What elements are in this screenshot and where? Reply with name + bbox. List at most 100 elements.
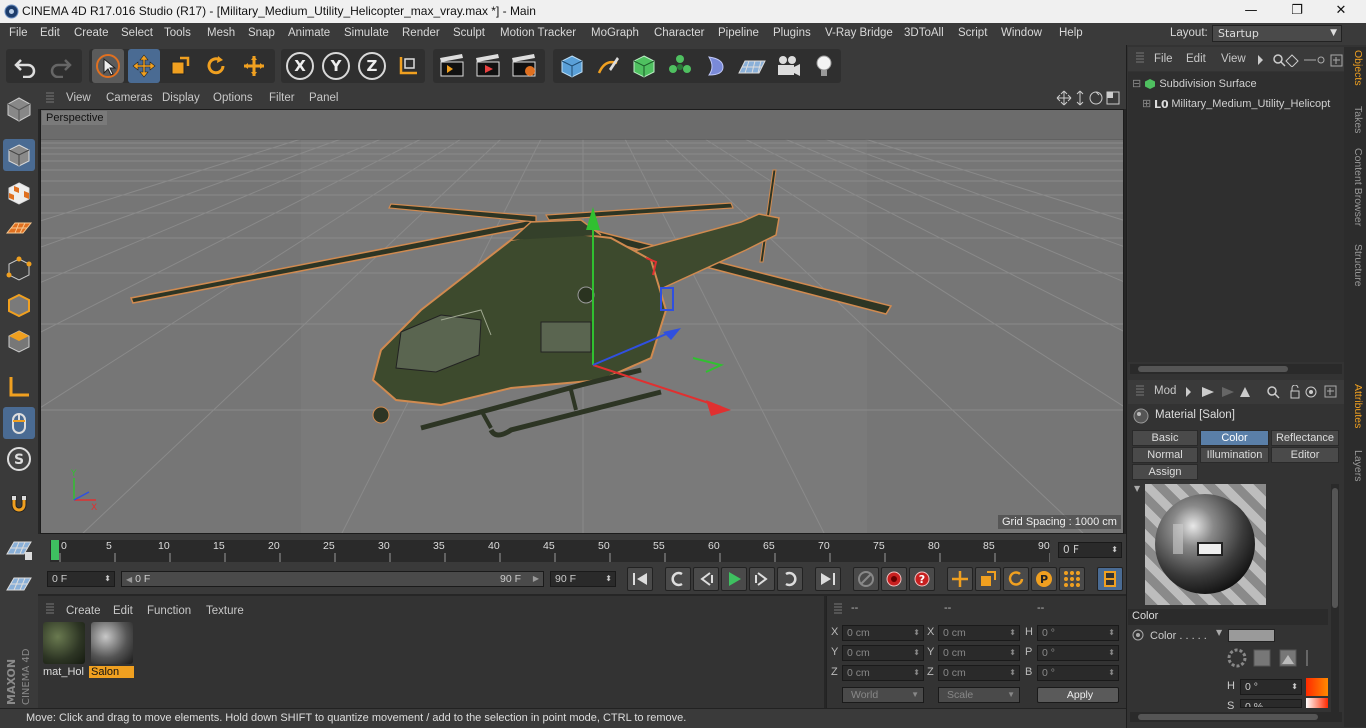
scrollbar-thumb[interactable]	[1332, 488, 1338, 608]
restore-button[interactable]: ❐	[1274, 0, 1320, 23]
key-position-button[interactable]	[947, 567, 973, 591]
material-name-selected[interactable]: Salon	[89, 666, 134, 678]
go-to-end-button[interactable]	[815, 567, 841, 591]
attributes-vscrollbar[interactable]	[1331, 484, 1339, 714]
material-menu-create[interactable]: Create	[66, 605, 101, 617]
menu-script[interactable]: Script	[958, 27, 987, 39]
material-menu-edit[interactable]: Edit	[113, 605, 133, 617]
menu-sculpt[interactable]: Sculpt	[453, 27, 485, 39]
position-x-field[interactable]: 0 cm ⬍	[842, 625, 924, 641]
object-row-subdivision-surface[interactable]: ⊟ Subdivision Surface	[1132, 77, 1257, 90]
rotation-b-field[interactable]: 0 ° ⬍	[1037, 665, 1119, 681]
floor-button[interactable]	[736, 49, 768, 83]
workplane-lock-button[interactable]	[3, 533, 35, 565]
object-manager-tool-icons[interactable]	[1256, 53, 1344, 67]
attributes-mode-menu[interactable]: Mod	[1154, 385, 1176, 397]
side-tab-attributes[interactable]: Attributes	[1346, 384, 1364, 428]
coord-mode-select[interactable]: World ▼	[842, 687, 924, 703]
size-y-field[interactable]: 0 cm ⬍	[938, 645, 1020, 661]
material-menu-function[interactable]: Function	[147, 605, 191, 617]
menu-simulate[interactable]: Simulate	[344, 27, 389, 39]
menu-select[interactable]: Select	[121, 27, 153, 39]
recent-tool-button[interactable]	[238, 49, 270, 83]
key-parameter-button[interactable]: P	[1031, 567, 1057, 591]
minimize-button[interactable]: —	[1228, 0, 1274, 23]
solo-button[interactable]: S	[3, 443, 35, 475]
rotation-h-field[interactable]: 0 ° ⬍	[1037, 625, 1119, 641]
array-button[interactable]	[664, 49, 696, 83]
camera-button[interactable]	[772, 49, 804, 83]
viewport-menu-filter[interactable]: Filter	[269, 92, 295, 104]
viewport-scene[interactable]: Y X	[41, 110, 1124, 534]
saturation-gradient-swatch[interactable]	[1306, 698, 1328, 708]
cube-button[interactable]	[556, 49, 588, 83]
z-axis-button[interactable]: Z	[356, 49, 388, 83]
edges-mode-button[interactable]	[3, 289, 35, 321]
menu-tools[interactable]: Tools	[164, 27, 191, 39]
menu-file[interactable]: File	[9, 27, 28, 39]
menu-plugins[interactable]: Plugins	[773, 27, 811, 39]
menu-vray-bridge[interactable]: V-Ray Bridge	[825, 27, 893, 39]
tab-basic[interactable]: Basic	[1132, 430, 1198, 446]
menu-pipeline[interactable]: Pipeline	[718, 27, 759, 39]
size-z-field[interactable]: 0 cm ⬍	[938, 665, 1020, 681]
grid-button[interactable]	[3, 569, 35, 601]
size-x-field[interactable]: 0 cm ⬍	[938, 625, 1020, 641]
render-picture-viewer-button[interactable]	[472, 49, 504, 83]
size-mode-select[interactable]: Scale ▼	[938, 687, 1020, 703]
radio-circle-icon[interactable]	[1132, 629, 1144, 641]
menu-snap[interactable]: Snap	[248, 27, 275, 39]
menu-motion-tracker[interactable]: Motion Tracker	[500, 27, 576, 39]
points-mode-button[interactable]	[3, 253, 35, 285]
hue-field[interactable]: 0 ° ⬍	[1240, 679, 1302, 695]
menu-window[interactable]: Window	[1001, 27, 1042, 39]
scale-button[interactable]	[164, 49, 196, 83]
menu-mesh[interactable]: Mesh	[207, 27, 235, 39]
scrollbar-thumb[interactable]	[1138, 714, 1318, 720]
timeline-window-button[interactable]	[1097, 567, 1123, 591]
hue-gradient-swatch[interactable]	[1306, 678, 1328, 696]
snap-button[interactable]	[3, 489, 35, 521]
viewport-menu-options[interactable]: Options	[213, 92, 253, 104]
move-button[interactable]	[128, 49, 160, 83]
playhead-marker[interactable]	[51, 540, 59, 560]
x-axis-button[interactable]: X	[284, 49, 316, 83]
material-menu-texture[interactable]: Texture	[206, 605, 244, 617]
side-tab-objects[interactable]: Objects	[1346, 50, 1364, 86]
polygons-mode-button[interactable]	[3, 325, 35, 357]
object-menu-view[interactable]: View	[1221, 53, 1246, 65]
close-button[interactable]: ✕	[1318, 0, 1364, 23]
texture-mode-button[interactable]	[3, 177, 35, 209]
viewport-menu-view[interactable]: View	[66, 92, 91, 104]
material-name[interactable]: mat_Hol	[41, 666, 86, 678]
material-swatch-mat-hol[interactable]	[43, 622, 85, 664]
menu-help[interactable]: Help	[1059, 27, 1083, 39]
color-param-row[interactable]	[1132, 629, 1144, 644]
light-button[interactable]	[808, 49, 840, 83]
object-menu-file[interactable]: File	[1154, 53, 1173, 65]
end-frame-field[interactable]: 90 F ⬍	[550, 571, 616, 587]
render-view-button[interactable]	[436, 49, 468, 83]
y-axis-button[interactable]: Y	[320, 49, 352, 83]
chevron-down-icon[interactable]: ▼	[1216, 628, 1222, 637]
coordinate-system-button[interactable]	[392, 49, 424, 83]
object-row-helicopter[interactable]: ⊞ L0 Military_Medium_Utility_Helicopt	[1142, 97, 1330, 111]
subdivision-surface-button[interactable]	[628, 49, 660, 83]
side-tab-layers[interactable]: Layers	[1346, 450, 1364, 482]
tab-editor[interactable]: Editor	[1271, 447, 1339, 463]
key-scale-button[interactable]	[975, 567, 1001, 591]
viewport-nav-icons[interactable]	[1056, 90, 1120, 106]
model-mode-button[interactable]	[3, 139, 35, 171]
perspective-viewport[interactable]: Y X	[40, 109, 1124, 534]
menu-animate[interactable]: Animate	[288, 27, 330, 39]
attributes-hscrollbar[interactable]	[1130, 712, 1342, 722]
collapse-arrow-icon[interactable]: ▼	[1134, 484, 1140, 493]
frame-range-slider[interactable]: ◀ 0 F 90 F ▶	[121, 571, 544, 587]
key-pla-button[interactable]	[1059, 567, 1085, 591]
menu-create[interactable]: Create	[74, 27, 109, 39]
viewport-menu-cameras[interactable]: Cameras	[106, 92, 153, 104]
scrollbar-thumb[interactable]	[1138, 366, 1288, 372]
menu-3dtoall[interactable]: 3DToAll	[904, 27, 944, 39]
go-to-start-button[interactable]	[627, 567, 653, 591]
menu-edit[interactable]: Edit	[40, 27, 60, 39]
